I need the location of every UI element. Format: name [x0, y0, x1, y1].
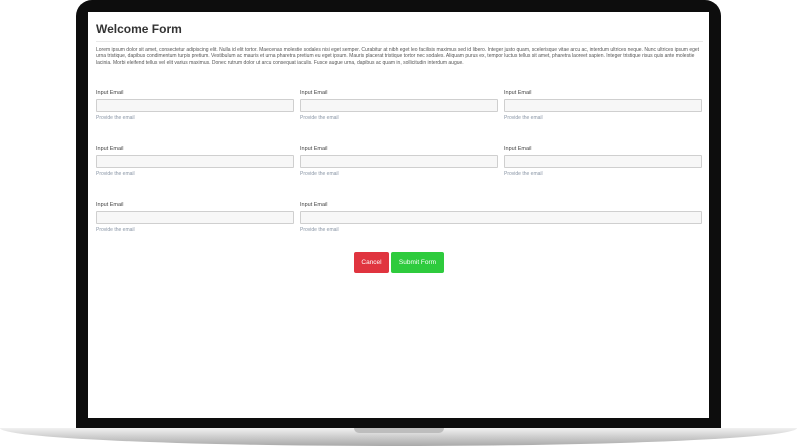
email-input[interactable]: [96, 211, 294, 224]
email-field-2: Input Email Provide the email: [300, 89, 498, 121]
screen: Welcome Form Lorem ipsum dolor sit amet,…: [88, 12, 709, 418]
field-label: Input Email: [300, 90, 328, 96]
field-help: Provide the email: [300, 171, 339, 177]
field-help: Provide the email: [504, 115, 543, 121]
field-help: Provide the email: [504, 171, 543, 177]
email-field-3: Input Email Provide the email: [504, 89, 702, 121]
laptop-notch: [354, 428, 444, 433]
form-title: Welcome Form: [96, 22, 182, 36]
email-input[interactable]: [504, 99, 702, 112]
field-label: Input Email: [504, 146, 532, 152]
field-label: Input Email: [504, 90, 532, 96]
email-input[interactable]: [96, 99, 294, 112]
cancel-button[interactable]: Cancel: [354, 252, 389, 273]
field-help: Provide the email: [96, 115, 135, 121]
email-input[interactable]: [300, 155, 498, 168]
field-help: Provide the email: [300, 115, 339, 121]
email-field-4: Input Email Provide the email: [96, 145, 294, 177]
field-label: Input Email: [96, 202, 124, 208]
field-label: Input Email: [96, 146, 124, 152]
field-help: Provide the email: [96, 171, 135, 177]
email-input[interactable]: [504, 155, 702, 168]
email-input[interactable]: [300, 99, 498, 112]
field-label: Input Email: [96, 90, 124, 96]
title-divider: [96, 41, 703, 42]
email-input[interactable]: [300, 211, 702, 224]
field-help: Provide the email: [96, 227, 135, 233]
field-help: Provide the email: [300, 227, 339, 233]
email-input[interactable]: [96, 155, 294, 168]
email-field-6: Input Email Provide the email: [504, 145, 702, 177]
email-field-7: Input Email Provide the email: [96, 201, 294, 233]
email-field-5: Input Email Provide the email: [300, 145, 498, 177]
field-label: Input Email: [300, 146, 328, 152]
intro-text: Lorem ipsum dolor sit amet, consectetur …: [96, 47, 700, 66]
field-label: Input Email: [300, 202, 328, 208]
email-field-1: Input Email Provide the email: [96, 89, 294, 121]
submit-form-button[interactable]: Submit Form: [391, 252, 444, 273]
email-field-8: Input Email Provide the email: [300, 201, 702, 233]
